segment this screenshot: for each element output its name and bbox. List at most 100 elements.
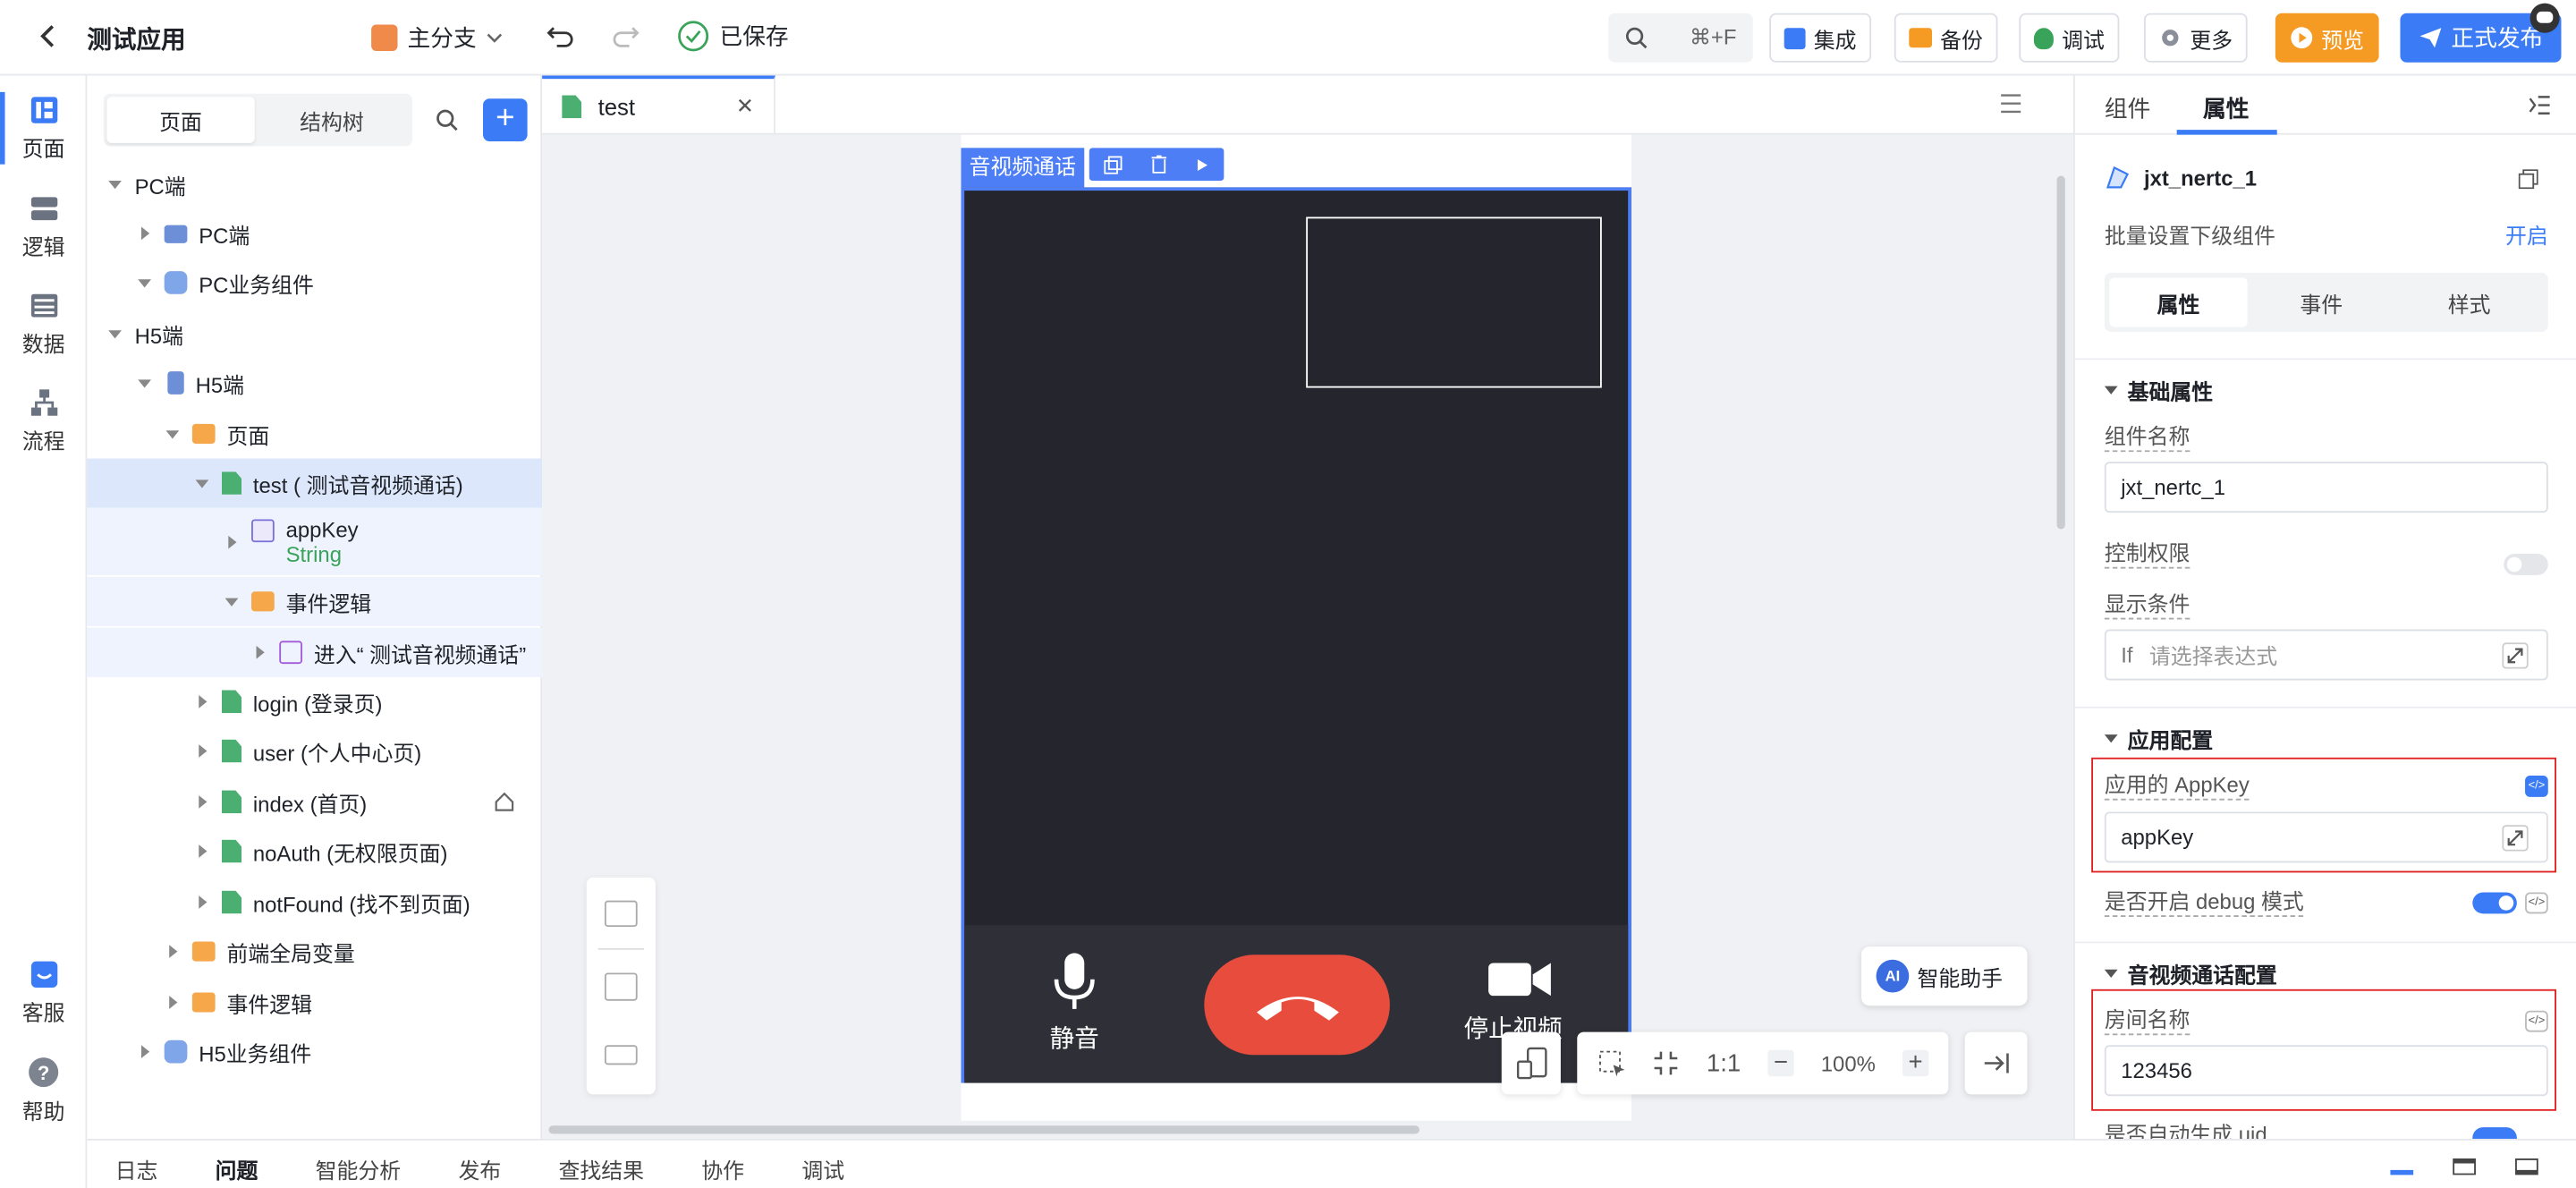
- close-icon[interactable]: ✕: [736, 94, 754, 120]
- vertical-scrollbar[interactable]: [2056, 175, 2065, 530]
- rail-item-data[interactable]: 数据: [0, 291, 87, 358]
- rail-item-logic[interactable]: 逻辑: [0, 194, 87, 261]
- bottom-tab-publish[interactable]: 发布: [458, 1154, 501, 1185]
- tree-node-noauth[interactable]: noAuth (无权限页面): [87, 827, 542, 876]
- tree-node-user[interactable]: user (个人中心页): [87, 726, 542, 776]
- tree-node-h5-root[interactable]: H5端: [87, 309, 542, 358]
- segment-style[interactable]: 样式: [2395, 287, 2543, 318]
- panel-restore-icon[interactable]: [2453, 1158, 2476, 1175]
- mute-control[interactable]: 静音: [1027, 952, 1123, 1056]
- bottom-tab-debug[interactable]: 调试: [801, 1154, 844, 1185]
- preview-button[interactable]: 预览: [2275, 13, 2379, 63]
- permission-toggle[interactable]: [2504, 554, 2548, 575]
- form-icon[interactable]: [604, 900, 638, 928]
- tree-node-enter-event[interactable]: 进入“ 测试音视频通话”: [87, 627, 543, 677]
- tree-node-pc-root[interactable]: PC端: [87, 159, 542, 208]
- tree-node-h5-components[interactable]: H5业务组件: [87, 1027, 542, 1076]
- rail-item-flow[interactable]: 流程: [0, 388, 87, 455]
- rail-item-help[interactable]: ? 帮助: [0, 1056, 87, 1125]
- backup-button[interactable]: 备份: [1894, 13, 1998, 63]
- tab-page[interactable]: 页面: [106, 97, 255, 143]
- copy-icon[interactable]: [1103, 155, 1122, 174]
- rail-label-logic: 逻辑: [21, 234, 65, 260]
- tree-node-appkey[interactable]: appKey String: [87, 507, 543, 575]
- back-icon[interactable]: [36, 23, 59, 49]
- tree-node-notfound[interactable]: notFound (找不到页面): [87, 878, 542, 927]
- actual-size-button[interactable]: 1:1: [1707, 1049, 1741, 1077]
- undo-icon[interactable]: [546, 21, 575, 51]
- section-av-config[interactable]: 音视频通话配置: [2105, 958, 2277, 989]
- tab-structure[interactable]: 结构树: [255, 97, 410, 142]
- tree-node-event-logic[interactable]: 事件逻辑: [87, 576, 543, 626]
- tree-node-global-vars[interactable]: 前端全局变量: [87, 927, 542, 976]
- expand-icon[interactable]: [2502, 642, 2529, 669]
- zoom-out-button[interactable]: −: [1767, 1049, 1794, 1077]
- debug-button[interactable]: 调试: [2019, 13, 2120, 63]
- debug-mode-toggle[interactable]: [2472, 892, 2517, 914]
- tree-node-pc-components[interactable]: PC业务组件: [87, 258, 542, 307]
- component-name-input[interactable]: jxt_nertc_1: [2104, 462, 2548, 513]
- add-page-button[interactable]: +: [483, 98, 528, 141]
- notification-icon[interactable]: [2529, 3, 2560, 33]
- expand-arrow-icon[interactable]: [1197, 157, 1210, 172]
- tab-attributes[interactable]: 属性: [2203, 92, 2249, 125]
- panel-minimize-icon[interactable]: [2390, 1169, 2414, 1175]
- code-binding-icon[interactable]: </>: [2525, 892, 2548, 914]
- panel-dock-icon[interactable]: [2515, 1158, 2538, 1175]
- fit-screen-icon[interactable]: [1653, 1050, 1679, 1076]
- section-app-config[interactable]: 应用配置: [2105, 723, 2214, 754]
- device-switch-button[interactable]: [1501, 1031, 1561, 1095]
- collapse-panel-icon[interactable]: [2529, 96, 2552, 115]
- bottom-tab-search-results[interactable]: 查找结果: [558, 1154, 644, 1185]
- video-call-component[interactable]: 静音 停止视频: [961, 187, 1631, 1083]
- trash-icon[interactable]: [1150, 155, 1168, 174]
- tree-node-h5[interactable]: H5端: [87, 358, 542, 407]
- rail-item-page[interactable]: 页面: [0, 96, 87, 163]
- search-box[interactable]: ⌘+F: [1608, 13, 1753, 63]
- rail-label-page: 页面: [21, 136, 65, 162]
- rail-item-service[interactable]: 客服: [0, 960, 87, 1027]
- segment-events[interactable]: 事件: [2248, 287, 2395, 318]
- input-widget-icon[interactable]: [604, 1045, 638, 1065]
- tree-node-test-page[interactable]: test ( 测试音视频通话): [87, 458, 543, 508]
- list-panel-icon[interactable]: [604, 972, 638, 1001]
- condition-input[interactable]: If 请选择表达式: [2104, 629, 2548, 681]
- design-canvas[interactable]: 音视频通话 静音 停止视频 AI 智能助手 1:1 − 100% +: [542, 134, 2073, 1139]
- tab-components[interactable]: 组件: [2105, 92, 2150, 125]
- condition-label: 显示条件: [2104, 591, 2190, 620]
- bottom-tab-issues[interactable]: 问题: [216, 1154, 258, 1185]
- zoom-in-button[interactable]: +: [1902, 1049, 1929, 1077]
- bottom-tab-collab[interactable]: 协作: [701, 1154, 744, 1185]
- tree-node-pc[interactable]: PC端: [87, 208, 542, 258]
- batch-open-link[interactable]: 开启: [2505, 218, 2548, 250]
- tree-node-pages-folder[interactable]: 页面: [87, 409, 542, 458]
- tree-node-label: login (登录页): [252, 691, 383, 716]
- component-id: jxt_nertc_1: [2143, 165, 2258, 191]
- horizontal-scrollbar[interactable]: [548, 1125, 1419, 1134]
- select-area-icon[interactable]: [1597, 1048, 1626, 1078]
- more-button[interactable]: 更多: [2143, 13, 2248, 63]
- ai-assistant-label: 智能助手: [1917, 965, 2004, 990]
- tree-node-global-events[interactable]: 事件逻辑: [87, 978, 542, 1027]
- section-basic[interactable]: 基础属性: [2105, 375, 2214, 406]
- hangup-button[interactable]: [1204, 955, 1390, 1056]
- segment-attributes[interactable]: 属性: [2109, 277, 2248, 327]
- tree-node-login[interactable]: login (登录页): [87, 677, 542, 726]
- backup-label: 备份: [1940, 27, 1983, 52]
- puzzle-icon: [164, 1040, 188, 1064]
- component-name-label: 组件名称: [2104, 424, 2190, 453]
- redo-icon[interactable]: [611, 21, 640, 51]
- integrate-button[interactable]: 集成: [1769, 13, 1872, 63]
- collapse-right-button[interactable]: [1964, 1031, 2028, 1095]
- bottom-tab-analysis[interactable]: 智能分析: [316, 1154, 402, 1185]
- tree-search-icon[interactable]: [436, 108, 459, 132]
- tree-node-index[interactable]: index (首页): [87, 777, 542, 827]
- ai-assistant-button[interactable]: AI 智能助手: [1861, 946, 2028, 1006]
- editor-tab-test[interactable]: test ✕: [542, 75, 775, 135]
- branch-selector[interactable]: 主分支: [371, 21, 503, 55]
- copy-icon[interactable]: [2518, 169, 2538, 190]
- uid-toggle[interactable]: [2472, 1127, 2517, 1139]
- bottom-panel-tabs: 日志 问题 智能分析 发布 查找结果 协作 调试: [87, 1138, 2576, 1188]
- outline-list-icon[interactable]: [1999, 94, 2022, 114]
- bottom-tab-log[interactable]: 日志: [115, 1154, 158, 1185]
